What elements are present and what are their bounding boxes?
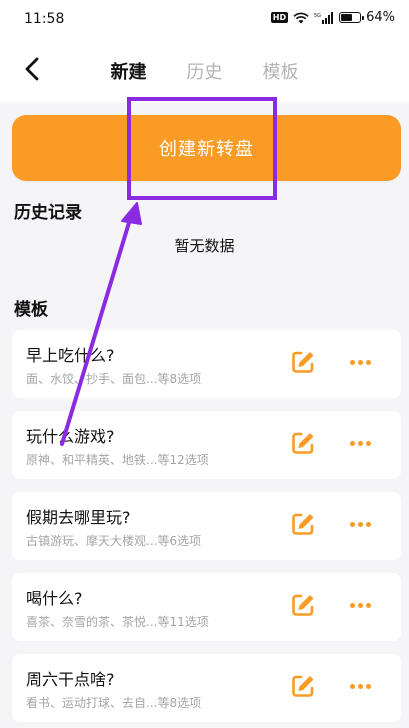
more-button[interactable] [346,512,374,536]
template-subtitle: 原神、和平精英、地铁...等12选项 [26,453,209,467]
status-time: 11:58 [24,11,65,27]
template-card[interactable]: 周六干点啥? 看书、运动打球、去自...等8选项 [12,654,401,722]
template-subtitle: 面、水饺、抄手、面包...等8选项 [26,372,202,386]
template-title: 喝什么? [26,589,83,608]
status-icons: HD 5G 64% [270,10,395,25]
more-button[interactable] [346,593,374,617]
template-card[interactable]: 喝什么? 喜茶、奈雪的茶、茶悦...等11选项 [12,573,401,641]
edit-button[interactable] [290,673,316,699]
template-subtitle: 古镇游玩、摩天大楼观...等6选项 [26,534,202,548]
edit-icon [292,351,314,373]
battery-percent: 64% [366,10,395,25]
tab-templates[interactable]: 模板 [263,58,299,84]
template-title: 周六干点啥? [26,670,115,689]
svg-text:5G: 5G [314,13,321,19]
tab-history[interactable]: 历史 [187,58,223,84]
nav-bar: 新建 历史 模板 [0,38,409,102]
tab-new[interactable]: 新建 [111,58,147,84]
hd-badge: HD [270,12,289,23]
more-button[interactable] [346,431,374,455]
more-button[interactable] [346,674,374,698]
template-card[interactable]: 早上吃什么? 面、水饺、抄手、面包...等8选项 [12,330,401,398]
battery-fill [341,14,353,21]
history-empty-text: 暂无数据 [174,237,235,255]
status-bar: 11:58 HD 5G 64% [0,0,409,38]
edit-icon [292,675,314,697]
edit-button[interactable] [290,349,316,375]
template-title: 假期去哪里玩? [26,508,131,527]
template-card[interactable]: 玩什么游戏? 原神、和平精英、地铁...等12选项 [12,411,401,479]
template-card[interactable]: 假期去哪里玩? 古镇游玩、摩天大楼观...等6选项 [12,492,401,560]
template-title: 玩什么游戏? [26,427,115,446]
edit-button[interactable] [290,511,316,537]
history-title: 历史记录 [14,203,82,223]
tab-bar: 新建 历史 模板 [0,58,409,84]
more-button[interactable] [346,350,374,374]
edit-button[interactable] [290,592,316,618]
wifi-icon [293,12,309,23]
template-title: 早上吃什么? [26,346,115,365]
annotation-arrow-head [121,202,142,225]
edit-button[interactable] [290,430,316,456]
templates-title: 模板 [14,300,48,320]
edit-icon [292,594,314,616]
battery-icon [339,12,365,23]
signal-icon: 5G [314,11,334,24]
edit-icon [292,432,314,454]
template-subtitle: 看书、运动打球、去自...等8选项 [26,696,202,710]
template-subtitle: 喜茶、奈雪的茶、茶悦...等11选项 [26,615,209,629]
create-wheel-button[interactable]: 创建新转盘 [12,115,401,181]
edit-icon [292,513,314,535]
